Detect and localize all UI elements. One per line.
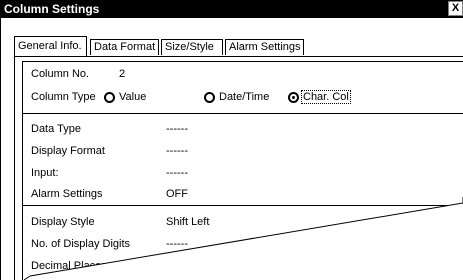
torn-edge-overlay [23, 197, 463, 280]
column-settings-dialog: Column Settings X General Info. Data For… [0, 0, 463, 280]
